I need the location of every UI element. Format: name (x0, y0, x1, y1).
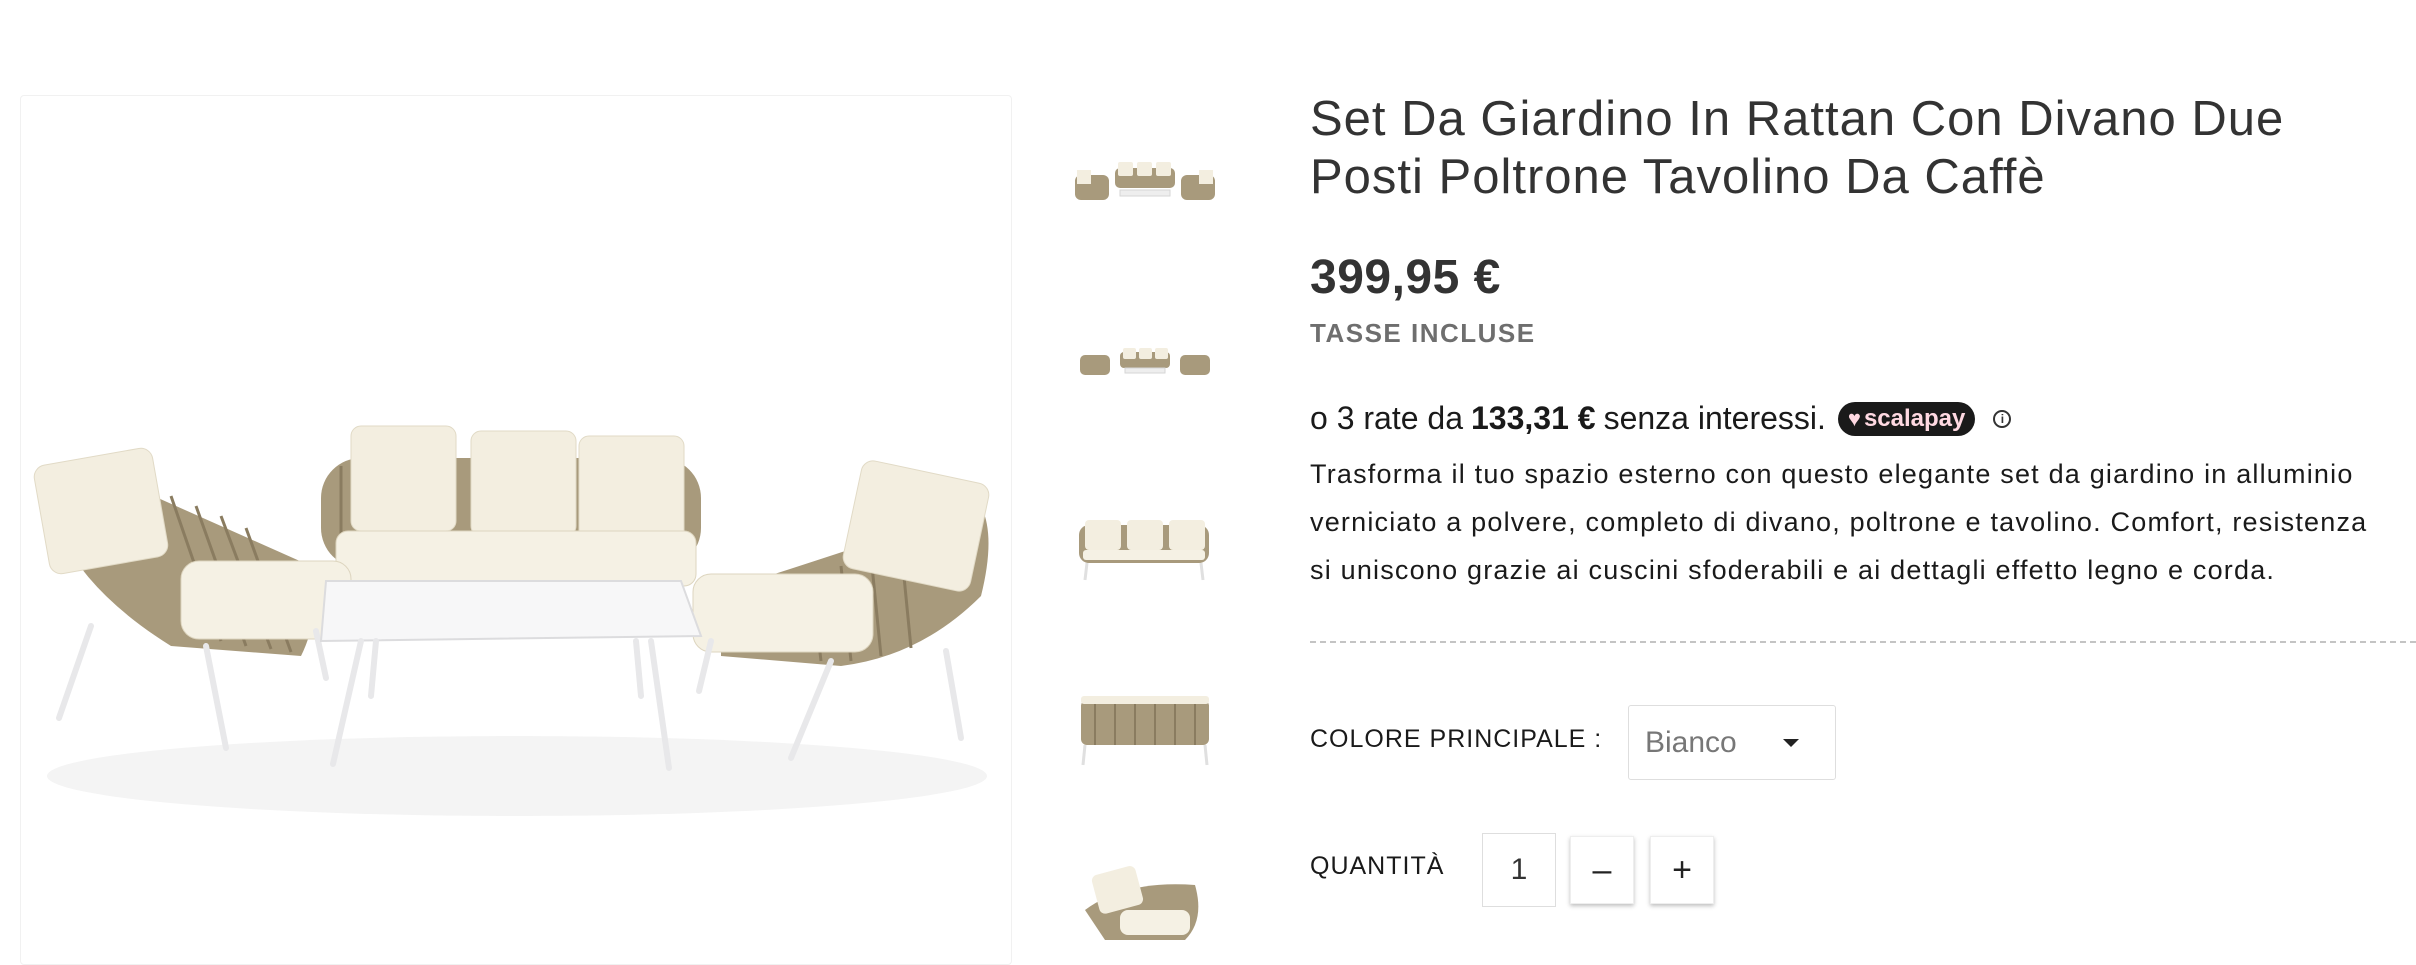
description-line: Trasforma il tuo spazio esterno con ques… (1310, 459, 2354, 489)
thumbnail-image (1085, 866, 1199, 940)
thumbnail-3[interactable] (1065, 480, 1225, 600)
garden-set-illustration (33, 425, 990, 816)
quantity-decrease-button[interactable]: – (1570, 836, 1634, 904)
color-label: COLORE PRINCIPALE : (1310, 725, 1603, 753)
description-line: verniciato a polvere, completo di divano… (1310, 507, 2368, 537)
quantity-increase-button[interactable]: + (1650, 836, 1714, 904)
installments-prefix: o 3 rate da (1310, 400, 1463, 436)
installments-amount: 133,31 € (1471, 400, 1596, 436)
installments-suffix: senza interessi. (1603, 400, 1826, 436)
color-select[interactable]: Bianco (1628, 705, 1836, 780)
thumbnail-1[interactable] (1065, 120, 1225, 240)
product-description: Trasforma il tuo spazio esterno con ques… (1310, 450, 2416, 594)
thumbnail-image (1075, 162, 1215, 200)
quantity-label: QUANTITÀ (1310, 852, 1445, 880)
tax-note: TASSE INCLUSE (1310, 318, 1536, 348)
quantity-input[interactable]: 1 (1482, 833, 1556, 907)
installments-info: o 3 rate da 133,31 € senza interessi. ♥ … (1310, 400, 2012, 437)
divider (1310, 641, 2416, 643)
info-icon[interactable]: i (1993, 409, 2012, 428)
heart-icon: ♥ (1847, 405, 1861, 431)
thumbnail-image (1079, 520, 1209, 581)
color-select-value: Bianco (1645, 725, 1737, 759)
thumbnail-image (1080, 348, 1210, 375)
thumbnail-2[interactable] (1065, 300, 1225, 420)
product-title: Set Da Giardino In Rattan Con Divano Due… (1310, 92, 2285, 204)
thumbnail-image (1081, 696, 1209, 766)
thumbnail-4[interactable] (1065, 660, 1225, 780)
chevron-down-icon (1783, 739, 1799, 747)
scalapay-label: scalapay (1863, 404, 1966, 432)
thumbnail-5[interactable] (1065, 840, 1225, 960)
scalapay-badge[interactable]: ♥ scalapay (1837, 401, 1976, 436)
product-price: 399,95 € (1310, 251, 1501, 304)
description-line: si uniscono grazie ai cuscini sfoderabil… (1310, 555, 2276, 585)
product-main-image[interactable] (20, 95, 1012, 965)
